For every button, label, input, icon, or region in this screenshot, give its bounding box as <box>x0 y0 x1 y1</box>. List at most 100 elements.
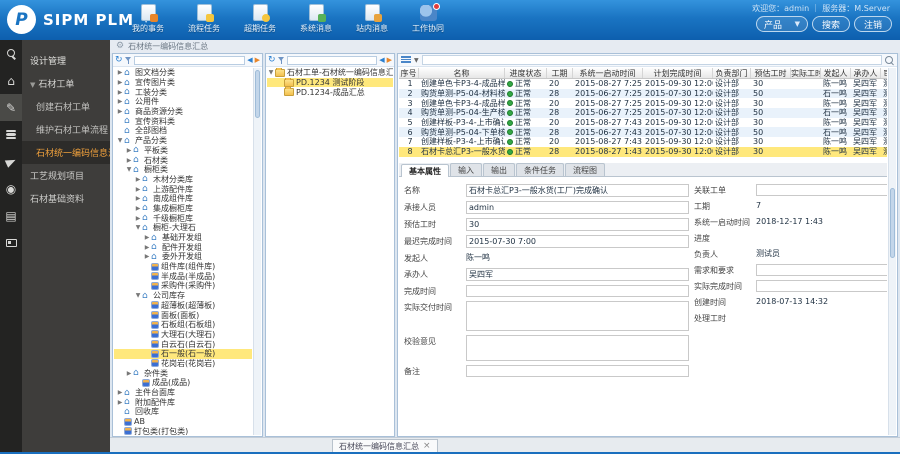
tree-expand-icon[interactable]: ▶ <box>125 369 133 378</box>
web-nav-button[interactable]: ◉ <box>0 175 22 202</box>
detail-tab-1[interactable]: 输入 <box>450 163 482 176</box>
refresh-icon[interactable]: ↻ <box>268 56 276 65</box>
tree-item[interactable]: 成品(成品) <box>114 378 252 388</box>
table-row[interactable]: 6购货单测-P5-04-下单核价正常282015-06-27 7:432015-… <box>399 127 887 137</box>
table-row[interactable]: 4购货单测-P5-04-生产核价正常282015-06-27 7:252015-… <box>399 108 887 118</box>
table-row[interactable]: 8石材卡总汇P3-一般水货(工厂)正常282015-08-27 1:432015… <box>399 147 887 157</box>
tree-item[interactable]: ⌂宣传资料类 <box>114 116 252 126</box>
table-search-input[interactable] <box>422 55 882 65</box>
field-input[interactable] <box>466 335 689 361</box>
scrollbar-thumb[interactable] <box>255 70 260 118</box>
field-input[interactable] <box>756 264 887 276</box>
sidebar-item-maintain-flow[interactable]: 维护石材工单流程 <box>22 118 110 141</box>
tree-item[interactable]: 石一般(石一般) <box>114 349 252 359</box>
sidebar-item-create-order[interactable]: 创建石材工单 <box>22 95 110 118</box>
tree-expand-icon[interactable]: ▶ <box>116 398 124 407</box>
home-nav-button[interactable]: ⌂ <box>0 67 22 94</box>
toolbar-collaboration[interactable]: 工作协同 <box>400 3 456 39</box>
database-nav-button[interactable] <box>0 121 22 148</box>
sidebar-item-process-project[interactable]: 工艺规划项目 <box>22 164 110 187</box>
field-input[interactable] <box>466 285 689 297</box>
tree-item[interactable]: ▼⌂橱柜-大理石 <box>114 223 252 233</box>
next-match-icon[interactable]: ▶ <box>255 56 260 64</box>
search-scope-select[interactable]: 产品 ▼ <box>756 16 808 32</box>
toolbar-system-messages[interactable]: 系统消息 <box>288 3 344 39</box>
tree-item[interactable]: ▶⌂委外开发组 <box>114 252 252 262</box>
field-input[interactable]: 2015-07-30 7:00 <box>466 235 689 248</box>
column-header[interactable]: 发起人 <box>821 68 851 78</box>
card-nav-button[interactable] <box>0 229 22 256</box>
field-input[interactable]: 石材卡总汇P3-一般水货(工厂)完成确认 <box>466 184 689 197</box>
tree-item[interactable]: ▶⌂附加配件库 <box>114 397 252 407</box>
sidebar-item-code-summary[interactable]: 石材统一编码信息汇总 <box>22 141 110 164</box>
columns-icon[interactable] <box>401 56 411 64</box>
tree-filter-input[interactable] <box>134 56 246 65</box>
field-input[interactable]: 吴四军 <box>466 268 689 281</box>
toolbar-overdue-tasks[interactable]: 超期任务 <box>232 3 288 39</box>
tree-item[interactable]: ▶⌂木材分类库 <box>114 175 252 185</box>
footer-tab[interactable]: 石材统一编码信息汇总 <box>332 439 438 452</box>
tree-expand-icon[interactable]: ▶ <box>143 243 151 252</box>
column-header[interactable]: 审核人 <box>881 68 887 78</box>
tree-item[interactable]: 石板组(石板组) <box>114 320 252 330</box>
tree-expand-icon[interactable]: ▶ <box>134 185 142 194</box>
prev-match-icon[interactable]: ◀ <box>379 56 384 64</box>
tree-item[interactable]: ▶⌂商品资源分类 <box>114 107 252 117</box>
tree-item[interactable]: ▶⌂南成组件库 <box>114 194 252 204</box>
tree-item[interactable]: ▼⌂公司库存 <box>114 291 252 301</box>
table-row[interactable]: 7创建样板-P3-4-上市确认单正常202015-08-27 7:432015-… <box>399 137 887 147</box>
prev-match-icon[interactable]: ◀ <box>247 56 252 64</box>
sidebar-item-base-data[interactable]: 石材基础资料 <box>22 187 110 210</box>
tree-item[interactable]: ⌂全部图档 <box>114 126 252 136</box>
tree-expand-icon[interactable]: ▶ <box>134 175 142 184</box>
column-header[interactable]: 工期 <box>547 68 573 78</box>
tree-item[interactable]: AB <box>114 417 252 427</box>
sidebar-group-stone-orders[interactable]: 石材工单 <box>22 72 110 95</box>
tree-expand-icon[interactable]: ▼ <box>125 165 133 174</box>
tree-item[interactable]: 超薄板(超薄板) <box>114 301 252 311</box>
tree-expand-icon[interactable]: ▶ <box>116 388 124 397</box>
tree-expand-icon[interactable]: ▼ <box>116 136 124 145</box>
tree-item[interactable]: 白云石(白云石) <box>114 339 252 349</box>
tree-expand-icon[interactable]: ▶ <box>125 156 133 165</box>
close-icon[interactable] <box>423 442 431 451</box>
detail-tab-2[interactable]: 输出 <box>483 163 515 176</box>
search-icon[interactable] <box>885 56 894 65</box>
tree-item[interactable]: ▼⌂产品分类 <box>114 136 252 146</box>
refresh-icon[interactable]: ↻ <box>115 56 123 65</box>
tree-item[interactable]: ▶⌂上游配件库 <box>114 184 252 194</box>
next-match-icon[interactable]: ▶ <box>387 56 392 64</box>
tree-expand-icon[interactable]: ▶ <box>116 68 124 77</box>
tree-expand-icon[interactable]: ▶ <box>116 107 124 116</box>
detail-tab-3[interactable]: 条件任务 <box>516 163 564 176</box>
tree-item[interactable]: ▶⌂工装分类 <box>114 87 252 97</box>
tree-item[interactable]: 打包类(打包类) <box>114 426 252 435</box>
column-header[interactable]: 负责部门 <box>713 68 751 78</box>
tree-expand-icon[interactable]: ▶ <box>143 252 151 261</box>
tree-item[interactable]: ▶⌂平板类 <box>114 146 252 156</box>
column-header[interactable]: 计划完成时间 <box>643 68 713 78</box>
tree-expand-icon[interactable]: ▶ <box>125 146 133 155</box>
tree-item[interactable]: 半成品(半成品) <box>114 271 252 281</box>
filter-icon[interactable] <box>125 57 132 64</box>
toolbar-flow-tasks[interactable]: 流程任务 <box>176 3 232 39</box>
tree-expand-icon[interactable]: ▼ <box>134 291 142 300</box>
tree-item[interactable]: 采购件(采购件) <box>114 281 252 291</box>
column-header[interactable]: 进度状态 <box>505 68 547 78</box>
filter-icon[interactable] <box>278 57 285 64</box>
library-nav-button[interactable]: ▤ <box>0 202 22 229</box>
column-header[interactable]: 承办人 <box>851 68 881 78</box>
tree-item[interactable]: ▶⌂石材类 <box>114 155 252 165</box>
tree-expand-icon[interactable]: ▶ <box>143 233 151 242</box>
tree-item[interactable]: 石材工单-石材统一编码信息汇总任务 <box>267 68 393 78</box>
tree-item[interactable]: ▶⌂宣传图片类 <box>114 78 252 88</box>
tree-item[interactable]: PD.1234-成品汇总 <box>267 87 393 97</box>
tree-expand-icon[interactable]: ▶ <box>134 204 142 213</box>
detail-scrollbar[interactable] <box>888 68 896 435</box>
tree-item[interactable]: ▶⌂杂件类 <box>114 368 252 378</box>
tree-item[interactable]: 花岗岩(花岗岩) <box>114 359 252 369</box>
field-input[interactable] <box>466 301 689 331</box>
field-input[interactable] <box>466 365 689 377</box>
toolbar-site-messages[interactable]: 站内消息 <box>344 3 400 39</box>
tree-item[interactable]: ▶⌂公用件 <box>114 97 252 107</box>
